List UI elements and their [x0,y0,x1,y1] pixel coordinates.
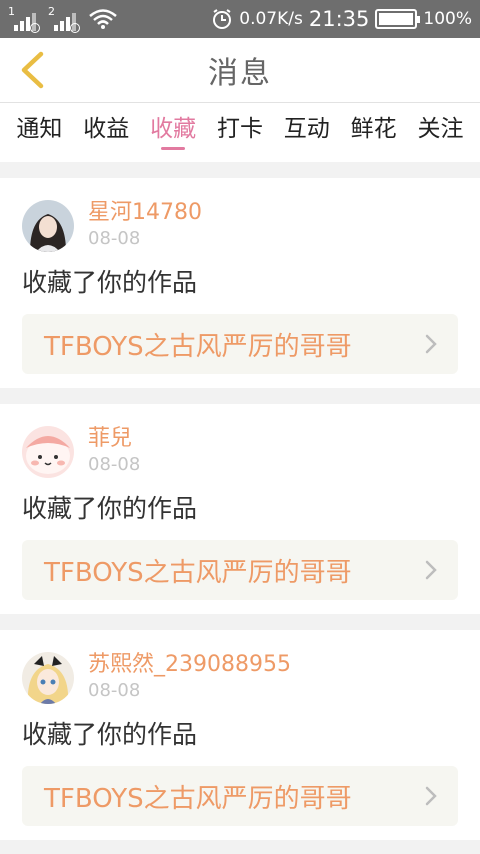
status-time: 21:35 [308,7,370,31]
battery-icon [375,9,421,29]
message-tabs: 通知 收益 收藏 打卡 互动 鲜花 关注 [0,102,480,162]
tab-label: 通知 [16,116,63,142]
tab-label: 关注 [417,116,464,142]
list-item: 苏熙然_239088955 08-08 收藏了你的作品 TFBOYS之古风严厉的… [0,630,480,840]
network-speed: 0.07K/s [239,9,303,29]
back-arrow-icon [21,51,44,89]
tab-notifications[interactable]: 通知 [8,103,70,163]
tab-earnings[interactable]: 收益 [75,103,137,163]
list-item: 星河14780 08-08 收藏了你的作品 TFBOYS之古风严厉的哥哥 [0,178,480,388]
work-title: TFBOYS之古风严厉的哥哥 [44,331,352,362]
status-bar: 1 2 0.07K/s 21:35 100% [0,0,480,38]
tab-favorites[interactable]: 收藏 [142,103,204,163]
avatar[interactable] [22,426,74,478]
action-text: 收藏了你的作品 [22,494,198,523]
page-title: 消息 [208,56,272,91]
username[interactable]: 苏熙然_239088955 [88,652,291,678]
work-title: TFBOYS之古风严厉的哥哥 [44,783,352,814]
timestamp: 08-08 [88,454,141,475]
tab-flowers[interactable]: 鲜花 [343,103,405,163]
avatar[interactable] [22,652,74,704]
username[interactable]: 星河14780 [88,200,202,226]
wifi-icon [89,9,117,29]
active-tab-indicator [161,147,186,150]
action-text: 收藏了你的作品 [22,720,198,749]
tab-label: 收藏 [150,116,197,142]
timestamp: 08-08 [88,680,141,701]
work-title: TFBOYS之古风严厉的哥哥 [44,557,352,588]
user-avatar-image [22,200,74,252]
tab-checkin[interactable]: 打卡 [209,103,271,163]
message-list: 星河14780 08-08 收藏了你的作品 TFBOYS之古风严厉的哥哥 菲兒 … [0,162,480,840]
back-button[interactable] [12,50,52,90]
tab-follows[interactable]: 关注 [409,103,471,163]
user-avatar-image [22,652,74,704]
user-avatar-image [22,426,74,478]
avatar[interactable] [22,200,74,252]
tab-label: 收益 [83,116,130,142]
chevron-right-icon [425,560,437,580]
timestamp: 08-08 [88,228,141,249]
tab-label: 打卡 [216,116,263,142]
work-link[interactable]: TFBOYS之古风严厉的哥哥 [22,540,458,600]
chevron-right-icon [425,334,437,354]
username[interactable]: 菲兒 [88,426,140,452]
tab-interactions[interactable]: 互动 [276,103,338,163]
sim2-signal-icon: 2 [48,5,80,33]
chevron-right-icon [425,786,437,806]
work-link[interactable]: TFBOYS之古风严厉的哥哥 [22,766,458,826]
tab-label: 鲜花 [350,116,397,142]
tab-label: 互动 [283,116,330,142]
sim1-signal-icon: 1 [8,5,40,33]
battery-percent: 100% [423,9,472,29]
list-item: 菲兒 08-08 收藏了你的作品 TFBOYS之古风严厉的哥哥 [0,404,480,614]
alarm-clock-icon [213,9,232,29]
action-text: 收藏了你的作品 [22,268,198,297]
app-header: 消息 [0,38,480,102]
work-link[interactable]: TFBOYS之古风严厉的哥哥 [22,314,458,374]
